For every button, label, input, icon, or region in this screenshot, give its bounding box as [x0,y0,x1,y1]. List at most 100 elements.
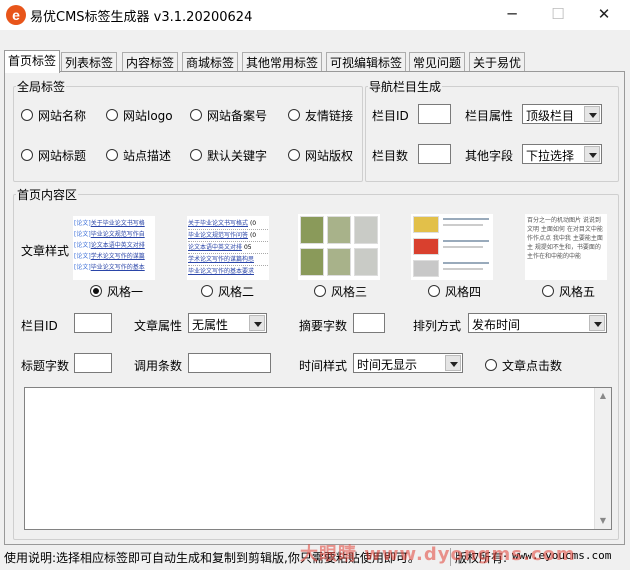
summary-count-label: 摘要字数 [299,319,348,333]
tab-list-tags[interactable]: 列表标签 [61,52,118,72]
output-textarea[interactable]: ▲ ▼ [24,387,612,530]
label-site-logo: 网站logo [123,109,173,123]
time-style-value: 时间无显示 [357,358,418,372]
tab-home-tags[interactable]: 首页标签 [4,50,61,73]
call-count-label: 调用条数 [134,359,183,373]
title-bar: e 易优CMS标签生成器 v3.1.20200624 ─ ☐ ✕ [0,0,630,30]
app-logo-icon: e [6,5,26,25]
radio-style-one[interactable] [90,285,102,297]
style-two-preview[interactable]: 关于毕业论文书写格式 (0 毕业论文规范写作问答 (0 论文本语中英文对排 05… [187,216,269,280]
tab-strip: 首页标签 列表标签 内容标签 商城标签 其他常用标签 可视编辑标签 常见问题 关… [4,50,624,73]
radio-default-keywords[interactable] [190,149,202,161]
nav-other-field-select[interactable]: 下拉选择 [522,144,602,164]
chevron-down-icon[interactable] [584,106,600,122]
chevron-down-icon[interactable] [589,315,605,331]
label-site-icp: 网站备案号 [207,109,268,123]
car-image [413,238,439,255]
scroll-up-icon[interactable]: ▲ [595,388,611,404]
nav-column-id-label: 栏目ID [372,109,409,123]
car-image [300,216,324,244]
radio-site-copyright[interactable] [288,149,300,161]
nav-other-field-value: 下拉选择 [526,149,575,163]
nav-column-count-input[interactable] [418,144,451,164]
radio-site-logo[interactable] [106,109,118,121]
nav-gen-legend: 导航栏目生成 [369,80,442,94]
style-three-preview[interactable] [298,214,380,280]
label-site-description: 站点描述 [123,149,172,163]
sort-select[interactable]: 发布时间 [468,313,607,333]
article-clicks-label: 文章点击数 [502,359,563,373]
summary-count-input[interactable] [353,313,385,333]
home-tags-panel: 全局标签 网站名称 网站logo 网站备案号 友情链接 网站标题 站点描述 默认… [4,71,625,545]
tab-content-tags[interactable]: 内容标签 [122,52,179,72]
car-image [413,216,439,233]
title-count-input[interactable] [74,353,112,373]
chevron-down-icon[interactable] [584,146,600,162]
global-tags-legend: 全局标签 [17,80,66,94]
watermark: 大眼睛 www.dyongms.com [300,544,576,565]
style-four-label: 风格四 [445,285,482,299]
car-image [327,216,351,244]
window-title: 易优CMS标签生成器 v3.1.20200624 [30,10,253,25]
style-three-label: 风格三 [331,285,368,299]
nav-column-count-label: 栏目数 [372,149,409,163]
home-content-legend: 首页内容区 [17,188,78,202]
time-style-select[interactable]: 时间无显示 [353,353,463,373]
article-style-label: 文章样式 [21,244,70,258]
label-friend-links: 友情链接 [305,109,354,123]
label-site-copyright: 网站版权 [305,149,354,163]
nav-gen-group: 导航栏目生成 [365,78,619,182]
car-image [300,248,324,276]
chevron-down-icon[interactable] [445,355,461,371]
scroll-down-icon[interactable]: ▼ [595,513,611,529]
tab-visual-edit-tags[interactable]: 可视编辑标签 [326,52,407,72]
title-count-label: 标题字数 [21,359,70,373]
car-image [354,216,378,244]
maximize-button[interactable]: ☐ [535,0,581,30]
nav-column-id-input[interactable] [418,104,451,124]
label-site-title: 网站标题 [38,149,87,163]
style-one-label: 风格一 [107,285,144,299]
close-button[interactable]: ✕ [581,0,627,30]
tab-about[interactable]: 关于易优 [469,52,526,72]
radio-style-three[interactable] [314,285,326,297]
nav-column-attr-select[interactable]: 顶级栏目 [522,104,602,124]
tab-faq[interactable]: 常见问题 [409,52,466,72]
style-four-preview[interactable] [411,214,493,280]
call-count-input[interactable] [188,353,271,373]
label-default-keywords: 默认关键字 [207,149,268,163]
radio-style-five[interactable] [542,285,554,297]
car-image [354,248,378,276]
article-attr-value: 无属性 [192,318,229,332]
radio-site-description[interactable] [106,149,118,161]
sort-label: 排列方式 [413,319,462,333]
output-scrollbar[interactable]: ▲ ▼ [594,388,611,529]
article-attr-label: 文章属性 [134,319,183,333]
style-two-label: 风格二 [218,285,255,299]
radio-site-icp[interactable] [190,109,202,121]
style-five-preview[interactable]: 百分之一的机动图片 说说到 文明 主面如何 在对目文中能作作点点 我中我 主要能… [525,214,607,280]
car-image [413,260,439,277]
global-tags-group: 全局标签 [13,78,363,182]
nav-other-field-label: 其他字段 [465,149,514,163]
radio-article-clicks[interactable] [485,359,497,371]
radio-site-title[interactable] [21,149,33,161]
style-five-label: 风格五 [559,285,596,299]
chevron-down-icon[interactable] [249,315,265,331]
nav-column-attr-value: 顶级栏目 [526,109,575,123]
tab-shop-tags[interactable]: 商城标签 [182,52,239,72]
tab-other-common-tags[interactable]: 其他常用标签 [242,52,323,72]
sort-value: 发布时间 [472,318,521,332]
nav-column-attr-label: 栏目属性 [465,109,514,123]
time-style-label: 时间样式 [299,359,348,373]
minimize-button[interactable]: ─ [489,0,535,30]
radio-site-name[interactable] [21,109,33,121]
content-column-id-label: 栏目ID [21,319,58,333]
article-attr-select[interactable]: 无属性 [188,313,267,333]
label-site-name: 网站名称 [38,109,87,123]
radio-style-four[interactable] [428,285,440,297]
content-column-id-input[interactable] [74,313,112,333]
radio-style-two[interactable] [201,285,213,297]
radio-friend-links[interactable] [288,109,300,121]
style-one-preview[interactable]: [论文]关于毕业论文书写格 [论文]毕业论文规范写作自 [论文]论文本语中英文对… [73,216,155,280]
